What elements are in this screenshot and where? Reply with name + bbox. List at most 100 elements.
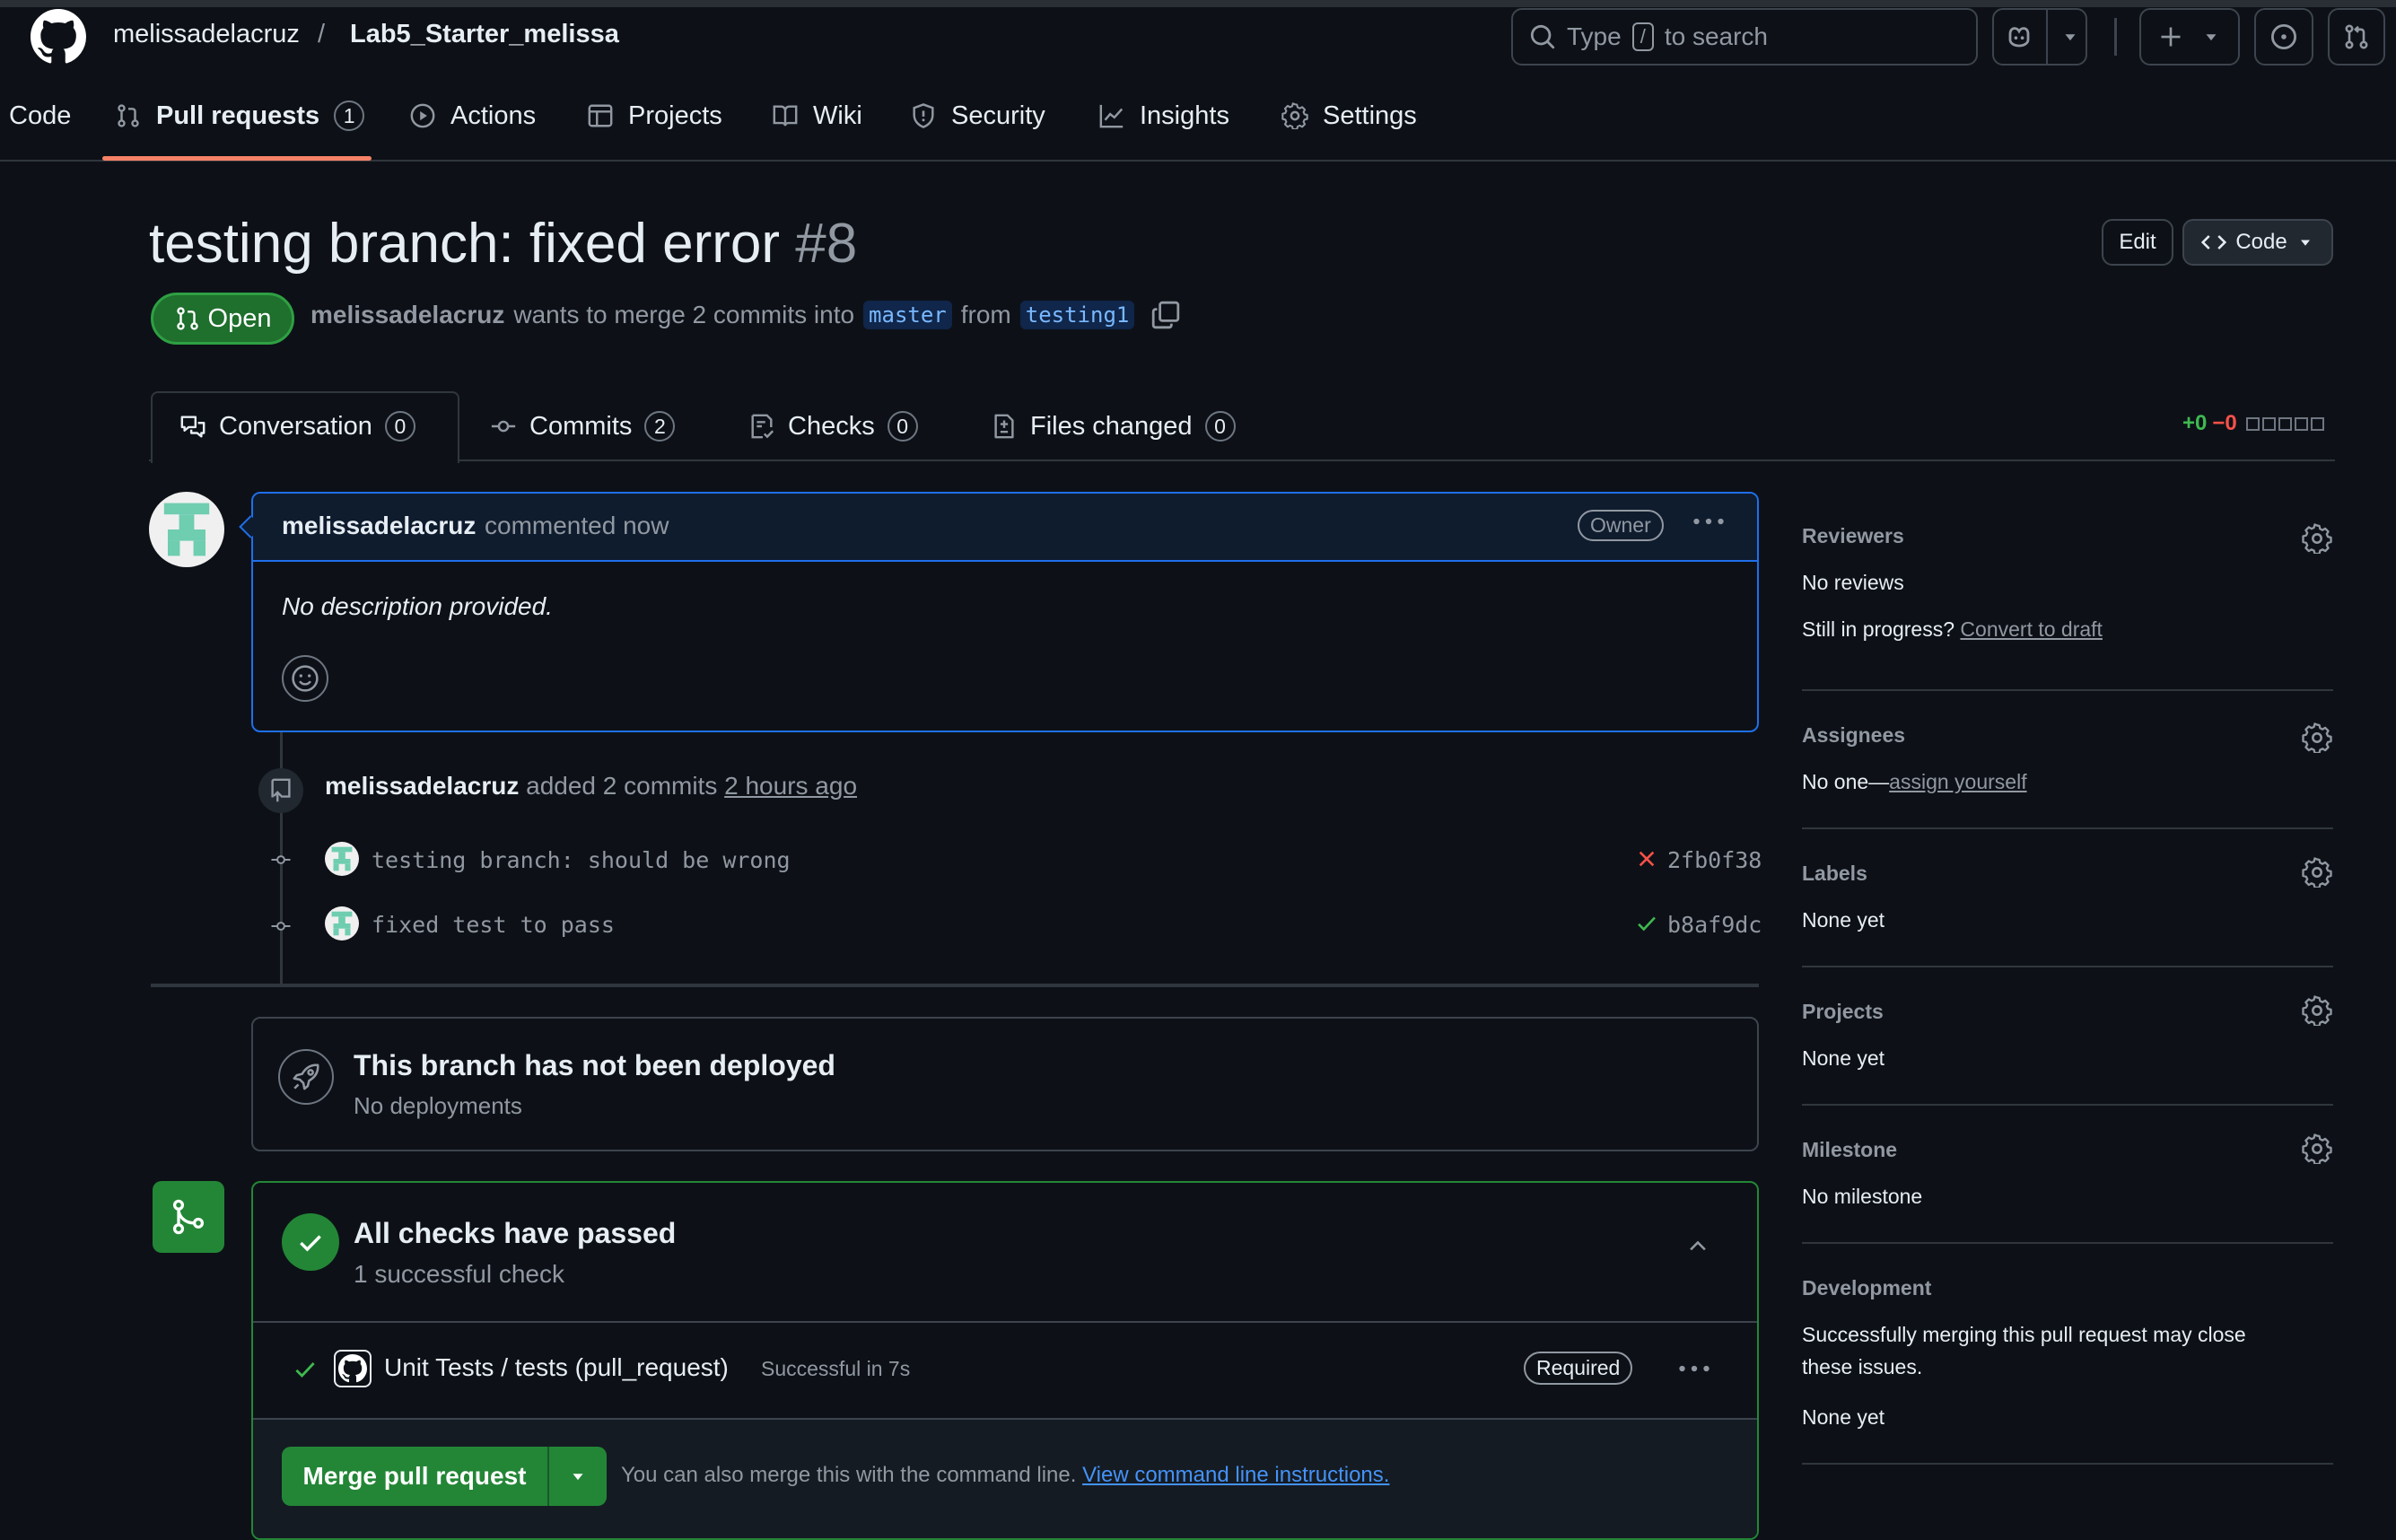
repo-name-link[interactable]: Lab5_Starter_melissa (350, 20, 619, 49)
comment-author[interactable]: melissadelacruz (282, 512, 476, 540)
add-reaction-button[interactable] (282, 655, 328, 702)
tab-label: Projects (628, 101, 722, 130)
plus-icon (2161, 27, 2181, 47)
github-logo-icon[interactable] (31, 9, 86, 65)
smiley-icon (292, 665, 319, 692)
top-header: melissadelacruz / Lab5_Starter_melissa T… (0, 0, 2396, 72)
labels-title[interactable]: Labels (1802, 862, 1867, 886)
check-icon[interactable] (1635, 912, 1658, 935)
commit-avatar[interactable] (325, 842, 359, 876)
tab-actions[interactable]: Actions (409, 72, 536, 160)
comment-discussion-icon (180, 416, 205, 438)
kebab-horizontal-icon (1693, 518, 1724, 525)
tab-label: Code (9, 101, 72, 130)
search-input[interactable]: Type / to search (1511, 8, 1978, 66)
pr-tabs-border (149, 459, 2335, 461)
comment-box: melissadelacruz commented now Owner No d… (251, 492, 1759, 732)
edit-button[interactable]: Edit (2102, 219, 2173, 266)
gear-icon[interactable] (2302, 995, 2332, 1026)
event-actor[interactable]: melissadelacruz (325, 772, 519, 800)
commit-message[interactable]: testing branch: should be wrong (372, 847, 791, 873)
tab-label: Actions (450, 101, 537, 130)
commit-message[interactable]: fixed test to pass (372, 912, 615, 938)
base-branch[interactable]: master (863, 301, 952, 329)
chevron-up-icon[interactable] (1685, 1233, 1710, 1258)
issue-opened-icon (2270, 23, 2297, 50)
gear-icon[interactable] (2302, 857, 2332, 888)
code-button[interactable]: Code (2182, 219, 2333, 266)
tab-code[interactable]: Code (9, 72, 71, 160)
commit-dot-icon (267, 849, 294, 871)
check-name[interactable]: Unit Tests / tests (pull_request) (384, 1353, 729, 1382)
tab-label: Checks (788, 411, 875, 441)
copilot-button[interactable] (1992, 8, 2087, 66)
commit-sha[interactable]: 2fb0f38 (1667, 847, 1762, 873)
tab-wiki[interactable]: Wiki (772, 72, 862, 160)
graph-icon (1099, 104, 1124, 128)
merge-text-from: from (960, 301, 1011, 328)
git-pull-request-icon (176, 307, 198, 330)
tab-files-changed[interactable]: Files changed 0 (991, 391, 1236, 461)
head-branch[interactable]: testing1 (1019, 301, 1135, 329)
sidebar-divider (1802, 966, 2333, 967)
timeline-divider (151, 984, 1759, 987)
gear-icon[interactable] (2302, 1133, 2332, 1164)
draft-prompt-text: Still in progress? (1802, 617, 1955, 641)
event-time[interactable]: 2 hours ago (724, 772, 857, 800)
tab-projects[interactable]: Projects (587, 72, 722, 160)
convert-to-draft-link[interactable]: Convert to draft (1960, 617, 2103, 641)
shield-icon (913, 103, 934, 128)
projects-title[interactable]: Projects (1802, 1000, 1884, 1024)
header-divider (2114, 18, 2117, 56)
tab-label: Settings (1323, 101, 1417, 130)
repo-owner-link[interactable]: melissadelacruz (113, 20, 300, 49)
file-diff-icon (994, 414, 1014, 439)
tab-conversation-content[interactable]: Conversation 0 (179, 391, 415, 461)
sidebar-divider (1802, 689, 2333, 691)
gear-icon[interactable] (2302, 722, 2332, 753)
chevron-down-icon (2206, 34, 2217, 41)
development-title[interactable]: Development (1802, 1276, 1931, 1300)
pull-requests-button[interactable] (2328, 8, 2385, 66)
assign-yourself-link[interactable]: assign yourself (1889, 770, 2026, 793)
tab-pull-requests[interactable]: Pull requests 1 (115, 72, 365, 160)
chevron-down-icon (2065, 34, 2076, 41)
gear-icon[interactable] (2302, 523, 2332, 554)
tab-commits[interactable]: Commits 2 (490, 391, 676, 461)
deploy-subtitle: No deployments (354, 1092, 522, 1119)
create-new-button[interactable] (2139, 8, 2240, 66)
pr-author[interactable]: melissadelacruz (310, 301, 504, 329)
check-status: Successful in 7s (761, 1357, 911, 1380)
commit-dot-icon (267, 915, 294, 937)
x-icon[interactable] (1635, 847, 1658, 871)
merge-method-dropdown[interactable] (549, 1447, 607, 1506)
tab-checks[interactable]: Checks 0 (748, 391, 918, 461)
merge-button[interactable]: Merge pull request (282, 1447, 547, 1506)
commit-avatar[interactable] (325, 906, 359, 941)
breadcrumb-separator: / (318, 20, 326, 48)
tab-label: Files changed (1030, 411, 1193, 441)
tab-security[interactable]: Security (910, 72, 1045, 160)
milestone-title[interactable]: Milestone (1802, 1138, 1897, 1162)
checks-success-badge (282, 1213, 339, 1271)
command-line-link[interactable]: View command line instructions. (1082, 1463, 1389, 1487)
tab-insights[interactable]: Insights (1098, 72, 1229, 160)
issues-button[interactable] (2254, 8, 2313, 66)
avatar[interactable] (149, 492, 224, 567)
assignees-value: No one—assign yourself (1802, 770, 2027, 794)
checks-box: All checks have passed 1 successful chec… (251, 1181, 1759, 1540)
comment-options-button[interactable] (1692, 513, 1725, 540)
edit-label: Edit (2119, 230, 2156, 254)
files-changed-count: 0 (1204, 411, 1236, 442)
comment-time[interactable]: commented now (485, 512, 669, 540)
code-label: Code (2235, 230, 2287, 254)
checks-subtitle: 1 successful check (354, 1260, 564, 1288)
commit-sha[interactable]: b8af9dc (1667, 912, 1762, 938)
copy-icon[interactable] (1150, 300, 1181, 330)
kebab-horizontal-icon[interactable] (1678, 1361, 1710, 1377)
diffstat-boxes (2245, 416, 2324, 431)
chevron-down-icon (2300, 240, 2310, 246)
tab-settings[interactable]: Settings (1281, 72, 1417, 160)
assignees-title[interactable]: Assignees (1802, 723, 1905, 748)
reviewers-title[interactable]: Reviewers (1802, 524, 1904, 548)
